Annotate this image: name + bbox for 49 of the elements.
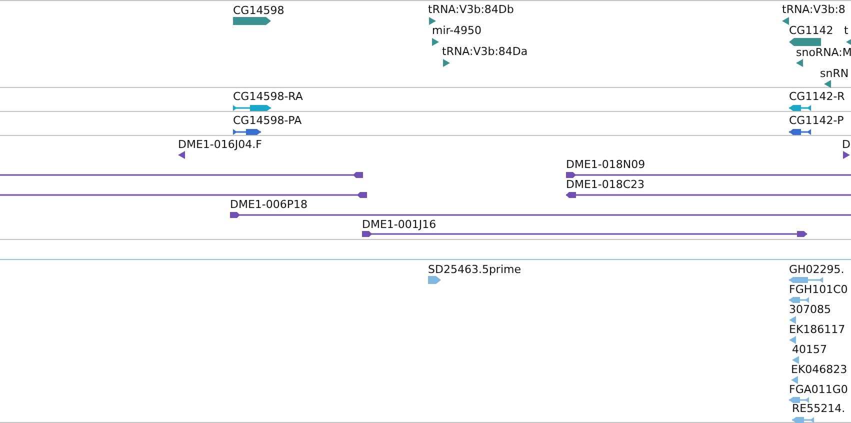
feature-label: snoRNA:M	[796, 46, 851, 59]
feature-label: DME1-018C23	[566, 178, 645, 191]
feature-glyph[interactable]	[0, 171, 363, 179]
feature-label: EK046823	[791, 363, 848, 376]
feature-glyph[interactable]	[789, 104, 811, 112]
feature-label: t	[844, 24, 848, 37]
feature-label: tRNA:V3b:84Da	[442, 45, 528, 58]
feature-glyph[interactable]	[846, 38, 851, 46]
feature-glyph[interactable]	[566, 191, 851, 199]
feature-label: DME1-006P18	[230, 198, 308, 211]
feature-label: CG14598-RA	[233, 90, 303, 103]
feature-label: CG14598	[233, 4, 284, 17]
feature-label: 40157	[792, 343, 827, 356]
feature-label: tRNA:V3b:84Db	[428, 3, 514, 16]
feature-label: D	[842, 138, 850, 151]
feature-glyph[interactable]	[566, 171, 851, 179]
feature-glyph[interactable]	[0, 191, 367, 199]
feature-glyph[interactable]	[362, 230, 807, 238]
feature-label: DME1-001J16	[362, 218, 436, 231]
feature-glyph[interactable]	[789, 128, 811, 136]
feature-label: DME1-016J04.F	[178, 138, 262, 151]
feature-glyph[interactable]	[443, 59, 450, 67]
feature-glyph[interactable]	[789, 38, 821, 46]
feature-label: CG14598-PA	[233, 114, 302, 127]
feature-label: EK186117	[789, 323, 846, 336]
feature-glyph[interactable]	[230, 211, 851, 219]
feature-label: 307085	[789, 303, 831, 316]
feature-glyph[interactable]	[432, 38, 439, 46]
feature-glyph[interactable]	[233, 104, 271, 112]
feature-label: GH02295.	[789, 263, 844, 276]
feature-glyph[interactable]	[782, 17, 789, 25]
feature-glyph[interactable]	[233, 17, 271, 25]
feature-glyph[interactable]	[429, 17, 436, 25]
feature-label: tRNA:V3b:8	[782, 3, 846, 16]
feature-label: FGH101C0	[789, 283, 848, 296]
feature-label: CG1142-R	[789, 90, 845, 103]
feature-label: RE55214.	[792, 402, 846, 415]
feature-label: FGA011G0	[789, 383, 848, 396]
feature-glyph[interactable]	[233, 128, 261, 136]
feature-label: mir-4950	[432, 24, 482, 37]
feature-label: snRN	[820, 67, 849, 80]
feature-label: SD25463.5prime	[428, 263, 521, 276]
feature-label: CG1142-P	[789, 114, 844, 127]
feature-label: DME1-018N09	[566, 158, 646, 171]
feature-glyph[interactable]	[824, 80, 831, 88]
feature-label: CG1142	[789, 24, 834, 37]
feature-glyph[interactable]	[178, 151, 185, 159]
feature-glyph[interactable]	[843, 151, 850, 159]
feature-glyph[interactable]	[796, 59, 803, 67]
